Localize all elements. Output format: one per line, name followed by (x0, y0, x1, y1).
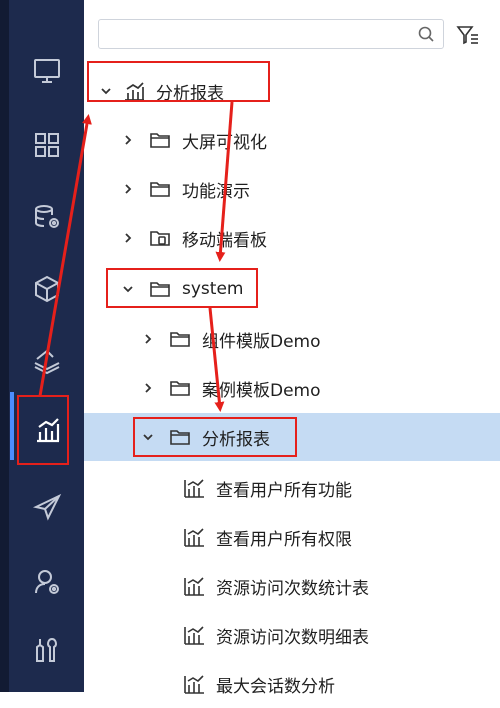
cube-icon[interactable] (30, 272, 64, 306)
chevron-right-icon[interactable] (140, 380, 156, 396)
report-tree-panel: 分析报表 大屏可视化 功能演示 移动端看板 system 组件模版Demo 案例… (84, 0, 500, 697)
report-chart-icon (184, 626, 204, 645)
tree-item-folder[interactable]: 功能演示 (84, 165, 500, 213)
tree-item-label: 组件模版Demo (202, 331, 321, 352)
report-chart-icon (184, 577, 204, 596)
report-chart-icon (184, 479, 204, 498)
tree-item-label: 资源访问次数统计表 (216, 578, 369, 599)
tree-item-label: 案例模板Demo (202, 380, 321, 401)
user-gear-icon[interactable] (30, 565, 64, 599)
tree-item-label: 资源访问次数明细表 (216, 627, 369, 648)
tree-item-label: 大屏可视化 (182, 132, 267, 153)
folder-icon (150, 182, 170, 197)
report-chart-icon (184, 675, 204, 694)
tree-item-label: 功能演示 (182, 181, 250, 202)
tree-item-folder[interactable]: 案例模板Demo (84, 364, 500, 412)
report-chart-icon (184, 528, 204, 547)
tree-item-folder[interactable]: 移动端看板 (84, 214, 500, 262)
annotation-box-system (106, 268, 258, 308)
annotation-box-root (87, 61, 270, 102)
monitor-icon[interactable] (30, 54, 64, 88)
rail-edge (0, 0, 9, 692)
tools-icon[interactable] (30, 634, 64, 668)
annotation-box-rail (17, 395, 69, 465)
chevron-right-icon[interactable] (120, 230, 136, 246)
search-icon[interactable] (417, 25, 435, 43)
grid-icon[interactable] (30, 128, 64, 162)
database-gear-icon[interactable] (30, 200, 64, 234)
tree-item-label: 最大会话数分析 (216, 676, 335, 697)
folder-icon (150, 133, 170, 148)
chevron-right-icon[interactable] (120, 181, 136, 197)
tree-item-label: 移动端看板 (182, 230, 267, 251)
tree-item-report[interactable]: 资源访问次数统计表 (84, 562, 500, 610)
tree-item-report[interactable]: 查看用户所有权限 (84, 513, 500, 561)
tree-item-folder[interactable]: 组件模版Demo (84, 315, 500, 363)
mobile-folder-icon (150, 231, 170, 246)
tree-item-report[interactable]: 最大会话数分析 (84, 660, 500, 708)
tree-item-report[interactable]: 资源访问次数明细表 (84, 611, 500, 659)
layers-icon[interactable] (30, 342, 64, 376)
tree-item-folder[interactable]: 大屏可视化 (84, 116, 500, 164)
tree-item-label: 查看用户所有功能 (216, 480, 352, 501)
chevron-right-icon[interactable] (120, 132, 136, 148)
nav-rail (0, 0, 84, 692)
annotation-box-selected (133, 417, 297, 457)
tree-item-label: 查看用户所有权限 (216, 529, 352, 550)
chevron-right-icon[interactable] (140, 331, 156, 347)
folder-icon (170, 381, 190, 396)
folder-icon (170, 332, 190, 347)
rail-active-indicator (10, 392, 14, 460)
tree-item-report[interactable]: 查看用户所有功能 (84, 464, 500, 512)
search-box (98, 19, 444, 49)
filter-icon[interactable] (456, 23, 480, 47)
send-icon[interactable] (30, 490, 64, 524)
search-input[interactable] (105, 24, 409, 46)
